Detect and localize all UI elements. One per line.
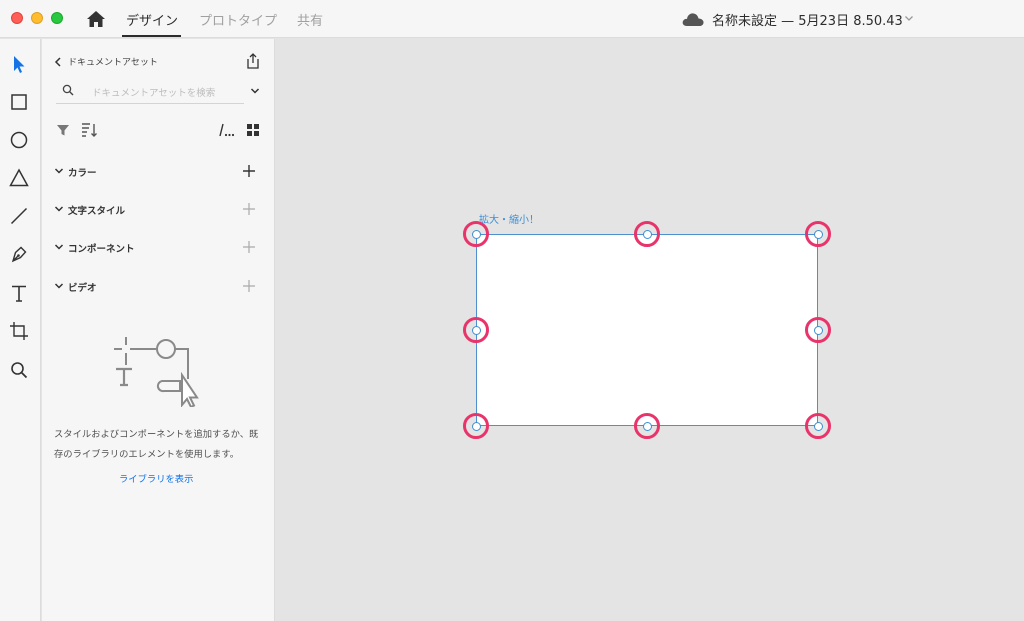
active-tab-indicator: [122, 35, 181, 37]
asset-search-input[interactable]: ドキュメントアセットを検索: [92, 85, 220, 99]
artboard-tool-icon[interactable]: [8, 320, 30, 342]
tool-bar: [0, 39, 41, 621]
search-icon: [62, 84, 74, 96]
resize-handle-bottom-left[interactable]: [472, 422, 481, 431]
window-minimize-button[interactable]: [31, 12, 43, 24]
chevron-down-icon[interactable]: [904, 13, 914, 23]
add-icon[interactable]: [242, 164, 256, 178]
triangle-tool-icon[interactable]: [8, 167, 30, 189]
resize-handle-right[interactable]: [814, 326, 823, 335]
section-label: コンポーネント: [68, 244, 135, 255]
artboard-annotation: 拡大・縮小！: [479, 215, 539, 226]
tab-share[interactable]: 共有: [297, 10, 323, 29]
section-label: 文字スタイル: [68, 206, 126, 217]
chevron-down-icon[interactable]: [54, 242, 64, 252]
resize-handle-left[interactable]: [472, 326, 481, 335]
resize-handle-bottom-right[interactable]: [814, 422, 823, 431]
add-icon[interactable]: [242, 240, 256, 254]
window-maximize-button[interactable]: [51, 12, 63, 24]
list-view-icon[interactable]: [218, 123, 236, 137]
chevron-left-icon[interactable]: [54, 57, 62, 67]
section-components[interactable]: コンポーネント: [54, 237, 264, 257]
rectangle-tool-icon[interactable]: [8, 91, 30, 113]
resize-handle-top-left[interactable]: [472, 230, 481, 239]
section-label: カラー: [68, 168, 97, 179]
section-label: ビデオ: [68, 283, 97, 294]
chevron-down-icon[interactable]: [250, 86, 260, 96]
document-title[interactable]: 名称未設定 — 5月23日 8.50.43: [712, 10, 903, 29]
chevron-down-icon[interactable]: [54, 204, 64, 214]
section-colors[interactable]: カラー: [54, 161, 264, 181]
add-icon[interactable]: [242, 279, 256, 293]
resize-handle-bottom[interactable]: [643, 422, 652, 431]
resize-handle-top[interactable]: [643, 230, 652, 239]
line-tool-icon[interactable]: [8, 205, 30, 227]
document-assets-panel: ドキュメントアセット ドキュメントアセットを検索 カラー 文字スタイル コンポー…: [42, 39, 275, 621]
section-videos[interactable]: ビデオ: [54, 276, 264, 296]
assets-illustration-icon: [114, 337, 199, 407]
tab-prototype[interactable]: プロトタイプ: [199, 10, 277, 29]
window-close-button[interactable]: [11, 12, 23, 24]
share-export-icon[interactable]: [245, 52, 261, 70]
resize-handle-top-right[interactable]: [814, 230, 823, 239]
pen-tool-icon[interactable]: [8, 243, 30, 265]
chevron-down-icon[interactable]: [54, 166, 64, 176]
tab-design[interactable]: デザイン: [126, 10, 178, 29]
grid-view-icon[interactable]: [246, 123, 260, 137]
panel-title: ドキュメントアセット: [68, 58, 158, 68]
empty-state-message: スタイルおよびコンポーネントを追加するか、既存のライブラリのエレメントを使用しま…: [54, 429, 259, 460]
chevron-down-icon[interactable]: [54, 281, 64, 291]
cloud-icon: [682, 13, 704, 26]
view-libraries-link[interactable]: ライブラリを表示: [119, 471, 193, 485]
section-text-styles[interactable]: 文字スタイル: [54, 199, 264, 219]
zoom-tool-icon[interactable]: [8, 359, 30, 381]
sort-icon[interactable]: [81, 122, 99, 138]
text-tool-icon[interactable]: [8, 282, 30, 304]
add-icon[interactable]: [242, 202, 256, 216]
search-underline: [56, 103, 244, 104]
ellipse-tool-icon[interactable]: [8, 129, 30, 151]
selected-rectangle[interactable]: [476, 234, 818, 426]
home-icon[interactable]: [86, 10, 106, 28]
title-bar: デザイン プロトタイプ 共有 名称未設定 — 5月23日 8.50.43: [0, 0, 1024, 38]
select-tool-icon[interactable]: [8, 53, 30, 75]
filter-icon[interactable]: [56, 123, 70, 137]
